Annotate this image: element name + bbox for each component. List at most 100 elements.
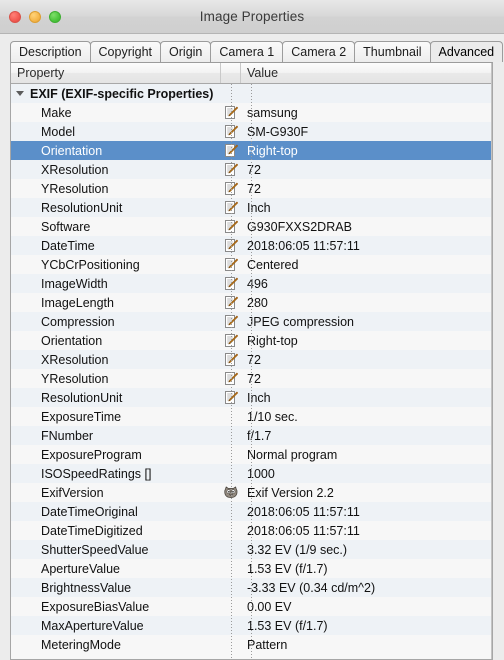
- table-row[interactable]: YResolution 72: [11, 179, 492, 198]
- edit-pencil-icon[interactable]: [221, 369, 241, 388]
- row-value-label: G930FXXS2DRAB: [247, 219, 352, 234]
- table-row[interactable]: ExposureTime 1/10 sec.: [11, 407, 492, 426]
- row-property-cell: DateTimeOriginal: [11, 502, 221, 521]
- row-icon-empty: [221, 559, 241, 578]
- edit-pencil-icon[interactable]: [221, 179, 241, 198]
- table-row[interactable]: Software G930FXXS2DRAB: [11, 217, 492, 236]
- table-row[interactable]: ResolutionUnit Inch: [11, 198, 492, 217]
- row-value-label: Exif Version 2.2: [247, 485, 334, 500]
- edit-pencil-icon[interactable]: [221, 274, 241, 293]
- edit-pencil-icon[interactable]: [221, 312, 241, 331]
- row-property-cell: YCbCrPositioning: [11, 255, 221, 274]
- tab-camera-2[interactable]: Camera 2: [282, 41, 356, 62]
- row-icon-empty: [221, 464, 241, 483]
- table-row[interactable]: DateTimeDigitized 2018:06:05 11:57:11: [11, 521, 492, 540]
- table-row[interactable]: EXIF (EXIF-specific Properties): [11, 84, 492, 103]
- table-row[interactable]: Orientation Right-top: [11, 331, 492, 350]
- table-row[interactable]: ImageWidth 496: [11, 274, 492, 293]
- table-row[interactable]: ImageLength 280: [11, 293, 492, 312]
- table-row[interactable]: MaxApertureValue 1.53 EV (f/1.7): [11, 616, 492, 635]
- row-property-cell: ExposureBiasValue: [11, 597, 221, 616]
- row-value-label: 2018:06:05 11:57:11: [247, 238, 360, 253]
- row-value-label: Right-top: [247, 143, 298, 158]
- row-value-cell: 1.53 EV (f/1.7): [241, 559, 492, 578]
- row-property-label: Make: [41, 105, 72, 120]
- tab-camera-1[interactable]: Camera 1: [210, 41, 284, 62]
- table-row[interactable]: ExposureBiasValue 0.00 EV: [11, 597, 492, 616]
- image-properties-window: Image Properties Description Copyright Ori…: [0, 0, 504, 660]
- row-value-cell: 2018:06:05 11:57:11: [241, 502, 492, 521]
- row-property-cell: Software: [11, 217, 221, 236]
- row-value-cell: 2018:06:05 11:57:11: [241, 521, 492, 540]
- row-value-label: 280: [247, 295, 268, 310]
- close-button-icon[interactable]: [9, 10, 21, 23]
- row-value-cell: 1.53 EV (f/1.7): [241, 616, 492, 635]
- row-value-cell: 280: [241, 293, 492, 312]
- edit-pencil-icon[interactable]: [221, 255, 241, 274]
- tab-description[interactable]: Description: [10, 41, 91, 62]
- table-row[interactable]: DateTime 2018:06:05 11:57:11: [11, 236, 492, 255]
- row-value-label: Normal program: [247, 447, 338, 462]
- zoom-button-icon[interactable]: [49, 10, 61, 23]
- row-value-cell: samsung: [241, 103, 492, 122]
- table-row[interactable]: ResolutionUnit Inch: [11, 388, 492, 407]
- edit-pencil-icon[interactable]: [221, 141, 241, 160]
- edit-pencil-icon[interactable]: [221, 217, 241, 236]
- column-header-property[interactable]: Property: [11, 63, 221, 83]
- table-row[interactable]: BrightnessValue -3.33 EV (0.34 cd/m^2): [11, 578, 492, 597]
- edit-pencil-icon[interactable]: [221, 331, 241, 350]
- table-row[interactable]: Model SM-G930F: [11, 122, 492, 141]
- row-icon-empty: [221, 502, 241, 521]
- table-row[interactable]: ExifVersion Exif Version 2.2: [11, 483, 492, 502]
- edit-pencil-icon[interactable]: [221, 236, 241, 255]
- tab-thumbnail[interactable]: Thumbnail: [354, 41, 431, 62]
- tab-origin[interactable]: Origin: [160, 41, 212, 62]
- table-row[interactable]: ApertureValue 1.53 EV (f/1.7): [11, 559, 492, 578]
- table-row[interactable]: ISOSpeedRatings [] 1000: [11, 464, 492, 483]
- edit-pencil-icon[interactable]: [221, 350, 241, 369]
- chevron-down-icon[interactable]: [16, 91, 24, 96]
- wilber-mascot-icon[interactable]: [221, 483, 241, 502]
- table-row[interactable]: XResolution 72: [11, 350, 492, 369]
- edit-pencil-icon[interactable]: [221, 103, 241, 122]
- edit-pencil-icon[interactable]: [221, 198, 241, 217]
- tab-advanced[interactable]: Advanced: [429, 41, 504, 62]
- table-row[interactable]: Orientation Right-top: [11, 141, 492, 160]
- table-row[interactable]: Make samsung: [11, 103, 492, 122]
- row-value-label: Inch: [247, 390, 271, 405]
- edit-pencil-icon[interactable]: [221, 160, 241, 179]
- window-title: Image Properties: [199, 9, 305, 24]
- row-property-label: ResolutionUnit: [41, 390, 123, 405]
- minimize-button-icon[interactable]: [29, 10, 41, 23]
- table-row[interactable]: DateTimeOriginal 2018:06:05 11:57:11: [11, 502, 492, 521]
- row-value-cell: [241, 84, 492, 103]
- table-body[interactable]: EXIF (EXIF-specific Properties) Make samsu…: [11, 84, 492, 659]
- row-property-label: ImageLength: [41, 295, 114, 310]
- edit-pencil-icon[interactable]: [221, 122, 241, 141]
- table-row[interactable]: YResolution 72: [11, 369, 492, 388]
- row-value-label: 1/10 sec.: [247, 409, 298, 424]
- row-property-label: DateTimeOriginal: [41, 504, 138, 519]
- table-row[interactable]: MeteringMode Pattern: [11, 635, 492, 654]
- edit-pencil-icon[interactable]: [221, 388, 241, 407]
- row-property-label: EXIF (EXIF-specific Properties): [30, 86, 214, 101]
- row-property-cell: DateTimeDigitized: [11, 521, 221, 540]
- table-row[interactable]: FNumber f/1.7: [11, 426, 492, 445]
- edit-pencil-icon[interactable]: [221, 293, 241, 312]
- table-row[interactable]: Compression JPEG compression: [11, 312, 492, 331]
- tab-copyright[interactable]: Copyright: [89, 41, 162, 62]
- row-property-cell: Compression: [11, 312, 221, 331]
- row-value-label: 2018:06:05 11:57:11: [247, 504, 360, 519]
- table-row[interactable]: XResolution 72: [11, 160, 492, 179]
- table-row[interactable]: YCbCrPositioning Centered: [11, 255, 492, 274]
- row-value-label: f/1.7: [247, 428, 272, 443]
- table-row[interactable]: ExposureProgram Normal program: [11, 445, 492, 464]
- row-value-label: 1000: [247, 466, 275, 481]
- row-value-label: 72: [247, 162, 261, 177]
- table-row[interactable]: ShutterSpeedValue 3.32 EV (1/9 sec.): [11, 540, 492, 559]
- row-property-cell: XResolution: [11, 160, 221, 179]
- row-property-label: MeteringMode: [41, 637, 121, 652]
- row-value-label: samsung: [247, 105, 298, 120]
- row-property-cell: Orientation: [11, 331, 221, 350]
- column-header-value[interactable]: Value: [241, 63, 492, 83]
